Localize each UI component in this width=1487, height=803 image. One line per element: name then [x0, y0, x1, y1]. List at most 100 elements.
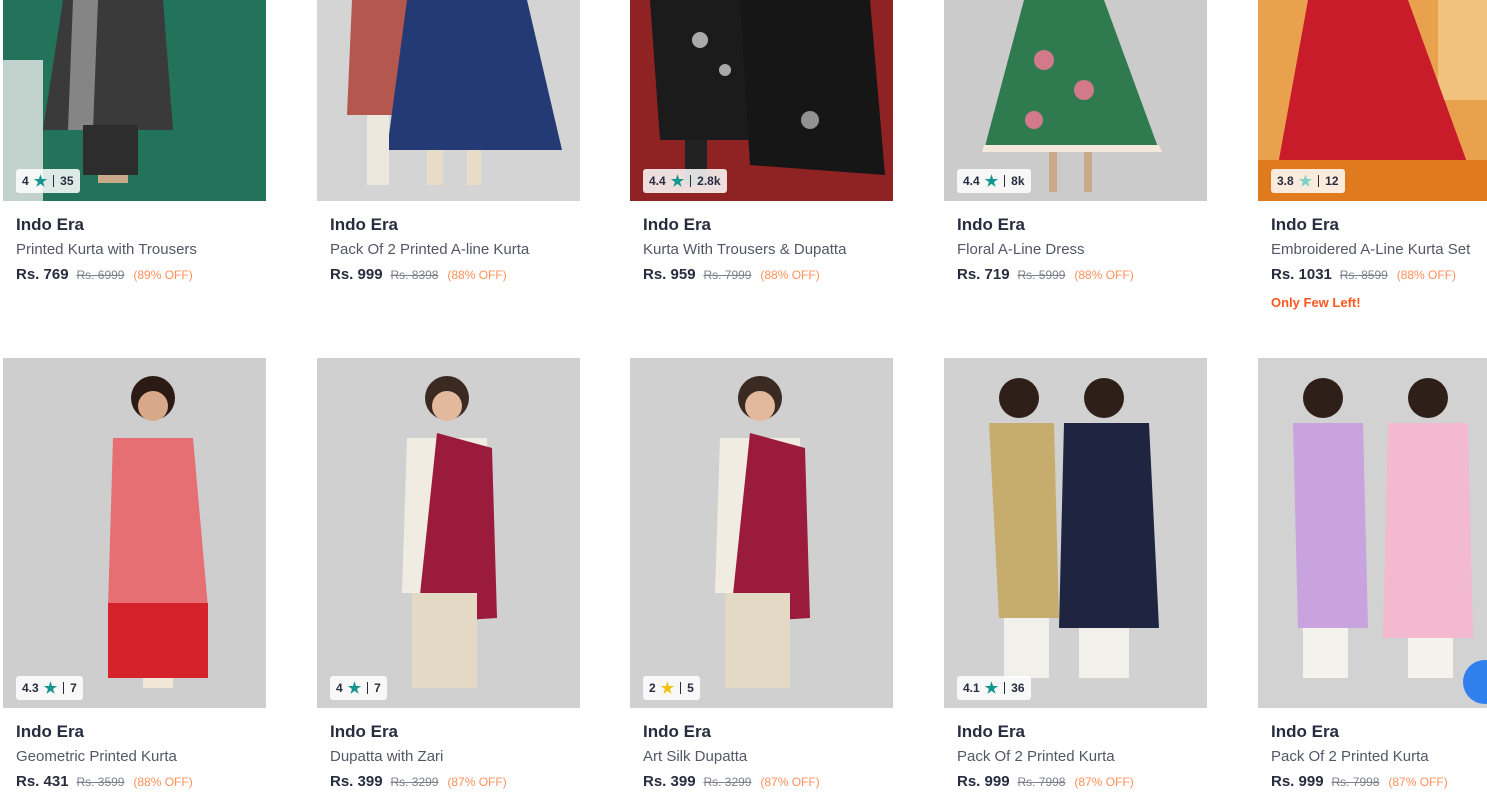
rating-value: 4.1 — [963, 681, 980, 695]
product-price: Rs. 399 Rs. 3299 (87% OFF) — [643, 773, 893, 790]
product-name: Geometric Printed Kurta — [16, 748, 177, 765]
product-photo — [3, 358, 266, 708]
product-card[interactable]: 4.1 ★ 36 Indo Era Pack Of 2 Printed Kurt… — [944, 358, 1207, 790]
product-name: Floral A-Line Dress — [957, 241, 1085, 258]
price-discount: (88% OFF) — [1396, 268, 1457, 282]
price-discount: (87% OFF) — [760, 775, 820, 789]
rating-count: 5 — [687, 681, 694, 695]
rating-value: 2 — [649, 681, 656, 695]
star-icon: ★ — [347, 679, 362, 697]
price-mrp: Rs. 6999 — [76, 268, 125, 282]
price-mrp: Rs. 7999 — [703, 268, 752, 282]
product-name: Dupatta with Zari — [330, 748, 444, 765]
product-card[interactable]: 4 ★ 7 Indo Era Dupatta with Zari Rs. 399… — [317, 358, 580, 790]
price-current: Rs. 719 — [957, 266, 1010, 283]
product-photo — [317, 358, 580, 708]
product-image[interactable]: 4.4 ★ 2.8k — [630, 0, 893, 201]
product-brand: Indo Era — [330, 722, 399, 741]
product-brand: Indo Era — [957, 215, 1026, 234]
product-name: Art Silk Dupatta — [643, 748, 748, 765]
price-discount: (89% OFF) — [133, 268, 193, 282]
price-discount: (87% OFF) — [1074, 775, 1134, 789]
product-image[interactable] — [1258, 358, 1487, 708]
rating-count: 35 — [60, 174, 74, 188]
product-image[interactable]: 4.1 ★ 36 — [944, 358, 1207, 708]
rating-badge: 4.4 ★ 8k — [957, 169, 1031, 193]
star-icon: ★ — [660, 679, 675, 697]
product-card[interactable]: 3.8 ★ 12 Indo Era Embroidered A-Line Kur… — [1258, 0, 1487, 310]
product-photo — [1258, 358, 1487, 708]
product-brand: Indo Era — [957, 722, 1026, 741]
rating-count: 7 — [374, 681, 381, 695]
rating-value: 4 — [22, 174, 29, 188]
product-card[interactable]: 4.4 ★ 2.8k Indo Era Kurta With Trousers … — [630, 0, 893, 283]
product-card[interactable]: 2 ★ 5 Indo Era Art Silk Dupatta Rs. 399 … — [630, 358, 893, 790]
star-icon: ★ — [43, 679, 58, 697]
product-card[interactable]: 4.3 ★ 7 Indo Era Geometric Printed Kurta… — [3, 358, 266, 790]
rating-value: 4.4 — [649, 174, 666, 188]
price-discount: (88% OFF) — [760, 268, 820, 282]
price-current: Rs. 999 — [330, 266, 383, 283]
product-price: Rs. 999 Rs. 7998 (87% OFF) — [1271, 773, 1487, 790]
product-price: Rs. 769 Rs. 6999 (89% OFF) — [16, 266, 266, 283]
product-price: Rs. 399 Rs. 3299 (87% OFF) — [330, 773, 580, 790]
star-icon: ★ — [984, 172, 999, 190]
rating-badge: 4.3 ★ 7 — [16, 676, 83, 700]
rating-badge: 3.8 ★ 12 — [1271, 169, 1345, 193]
product-image[interactable]: 4 ★ 7 — [317, 358, 580, 708]
price-mrp: Rs. 8599 — [1339, 268, 1388, 282]
product-photo — [630, 358, 893, 708]
product-brand: Indo Era — [1271, 215, 1340, 234]
product-photo — [317, 0, 580, 201]
product-name: Pack Of 2 Printed Kurta — [957, 748, 1115, 765]
star-icon: ★ — [1298, 172, 1313, 190]
product-brand: Indo Era — [643, 722, 712, 741]
star-icon: ★ — [670, 172, 685, 190]
price-discount: (88% OFF) — [1074, 268, 1134, 282]
price-mrp: Rs. 7998 — [1017, 775, 1066, 789]
rating-value: 4 — [336, 681, 343, 695]
product-image[interactable]: 3.8 ★ 12 — [1258, 0, 1487, 201]
product-name: Kurta With Trousers & Dupatta — [643, 241, 847, 258]
product-brand: Indo Era — [643, 215, 712, 234]
rating-value: 3.8 — [1277, 174, 1294, 188]
product-photo — [944, 358, 1207, 708]
price-mrp: Rs. 7998 — [1331, 775, 1380, 789]
product-card[interactable]: Indo Era Pack Of 2 Printed Kurta Rs. 999… — [1258, 358, 1487, 790]
price-current: Rs. 1031 — [1271, 266, 1332, 283]
price-discount: (88% OFF) — [133, 775, 193, 789]
product-name: Pack Of 2 Printed A-line Kurta — [330, 241, 530, 258]
price-current: Rs. 959 — [643, 266, 696, 283]
product-brand: Indo Era — [330, 215, 399, 234]
rating-badge: 4 ★ 35 — [16, 169, 80, 193]
product-price: Rs. 999 Rs. 7998 (87% OFF) — [957, 773, 1207, 790]
price-mrp: Rs. 5999 — [1017, 268, 1066, 282]
rating-value: 4.4 — [963, 174, 980, 188]
product-image[interactable] — [317, 0, 580, 201]
rating-badge: 4.1 ★ 36 — [957, 676, 1031, 700]
product-name: Printed Kurta with Trousers — [16, 241, 197, 258]
product-card[interactable]: 4.4 ★ 8k Indo Era Floral A-Line Dress Rs… — [944, 0, 1207, 283]
rating-count: 8k — [1011, 174, 1025, 188]
product-price: Rs. 431 Rs. 3599 (88% OFF) — [16, 773, 266, 790]
product-brand: Indo Era — [1271, 722, 1340, 741]
price-mrp: Rs. 3299 — [390, 775, 439, 789]
product-card[interactable]: 4 ★ 35 Indo Era Printed Kurta with Trous… — [3, 0, 266, 283]
product-card[interactable]: Indo Era Pack Of 2 Printed A-line Kurta … — [317, 0, 580, 283]
product-image[interactable]: 4.3 ★ 7 — [3, 358, 266, 708]
product-brand: Indo Era — [16, 215, 85, 234]
rating-badge: 2 ★ 5 — [643, 676, 700, 700]
price-current: Rs. 399 — [330, 773, 383, 790]
product-price: Rs. 1031 Rs. 8599 (88% OFF) — [1271, 266, 1487, 283]
stock-note: Only Few Left! — [1271, 295, 1361, 310]
product-image[interactable]: 2 ★ 5 — [630, 358, 893, 708]
product-image[interactable]: 4.4 ★ 8k — [944, 0, 1207, 201]
rating-badge: 4.4 ★ 2.8k — [643, 169, 727, 193]
price-mrp: Rs. 3299 — [703, 775, 752, 789]
price-discount: (87% OFF) — [1388, 775, 1448, 789]
product-name: Pack Of 2 Printed Kurta — [1271, 748, 1429, 765]
product-brand: Indo Era — [16, 722, 85, 741]
product-price: Rs. 959 Rs. 7999 (88% OFF) — [643, 266, 893, 283]
product-price: Rs. 999 Rs. 8398 (88% OFF) — [330, 266, 580, 283]
product-image[interactable]: 4 ★ 35 — [3, 0, 266, 201]
